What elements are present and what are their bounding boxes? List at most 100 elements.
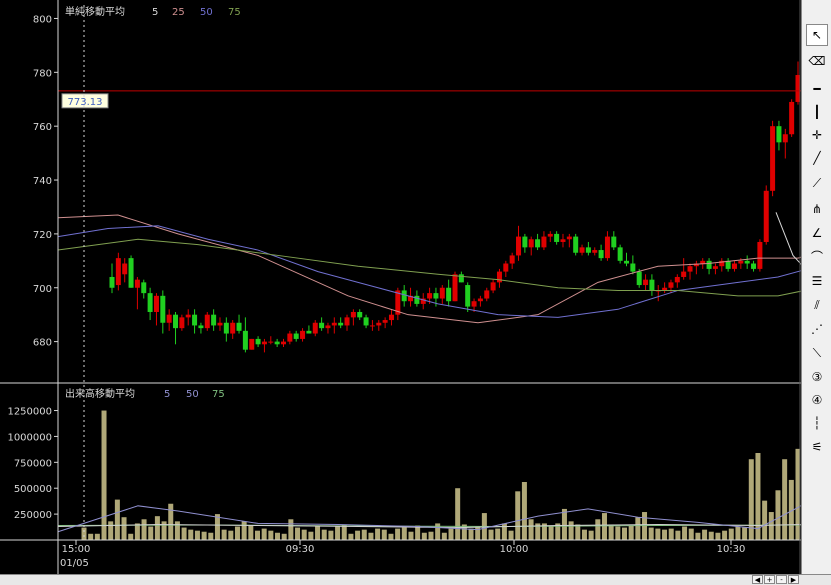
volume-bar	[455, 488, 461, 540]
candle-body	[325, 325, 331, 329]
current-price-label: 773.13	[68, 97, 103, 108]
cross-line-icon[interactable]: ✛	[806, 124, 828, 146]
fan-line-icon[interactable]: ⟋	[806, 172, 828, 194]
candle-body	[585, 247, 591, 253]
volume-bar	[214, 514, 220, 540]
volume-tick-label: 500000	[14, 484, 52, 495]
candle-body	[204, 314, 210, 329]
pattern-icon[interactable]: ⚟	[806, 436, 828, 458]
volume-bar	[281, 533, 287, 540]
candle-body	[604, 236, 610, 259]
candle-body	[560, 239, 566, 242]
candle-body	[541, 236, 547, 248]
fibonacci-arc-icon[interactable]: ⌒	[806, 246, 828, 268]
candle-body	[166, 314, 172, 323]
volume-bar	[735, 526, 741, 540]
trend-line-icon[interactable]: ╱	[806, 147, 828, 169]
candle-body	[776, 126, 782, 143]
volume-tick-label: 250000	[14, 510, 52, 521]
candle-body	[789, 101, 795, 135]
volume-bar	[121, 517, 127, 540]
volume-bar	[755, 453, 761, 540]
gann-fan-icon[interactable]: ⋰	[806, 318, 828, 340]
bottom-scrollbar[interactable]: ◀ + - ▶	[0, 574, 831, 585]
candle-body	[357, 311, 363, 318]
zoom-out-button[interactable]: -	[776, 575, 787, 584]
volume-bar	[655, 528, 661, 540]
horizontal-line-icon[interactable]: ━	[806, 78, 828, 100]
candle-body	[115, 258, 121, 286]
time-cycle-icon[interactable]: ┆	[806, 412, 828, 434]
candle-body	[312, 322, 318, 334]
time-label: 15:00	[62, 544, 91, 555]
volume-ma-period: 75	[212, 389, 225, 400]
eraser-icon[interactable]: ⌫	[806, 50, 828, 72]
volume-bar	[688, 528, 694, 540]
volume-bar	[368, 532, 374, 540]
candle-body	[217, 322, 223, 326]
price-tick-label: 720	[33, 230, 52, 241]
price-tick-label: 680	[33, 338, 52, 349]
fibonacci-f-icon[interactable]: ∠	[806, 222, 828, 244]
volume-bar	[675, 530, 681, 540]
candle-body	[547, 233, 553, 237]
cursor-icon[interactable]: ↖	[806, 24, 828, 46]
price-panel-title: 単純移動平均	[65, 5, 125, 18]
candle-body	[782, 134, 788, 143]
candle-body	[668, 282, 674, 288]
volume-bar	[595, 519, 601, 540]
volume-bar	[782, 459, 788, 540]
candle-body	[153, 295, 159, 312]
chart-area[interactable]: 800 780 760 740 720 700 680 1250000 1000000 75000…	[0, 0, 801, 574]
volume-bar	[428, 531, 434, 540]
regression-line-icon[interactable]: ⟍	[806, 342, 828, 364]
candle-body	[363, 317, 369, 326]
volume-bar	[615, 526, 621, 540]
candle-body	[433, 293, 439, 299]
parallel-line-icon[interactable]: ⫽	[806, 294, 828, 316]
candle-body	[509, 255, 515, 264]
candle-body	[230, 322, 236, 334]
candle-body	[496, 271, 502, 283]
volume-bar	[515, 491, 521, 540]
volume-bar	[508, 530, 514, 540]
fibonacci-fan-icon[interactable]: ⋔	[806, 198, 828, 220]
candle-body	[687, 266, 693, 272]
candle-body	[382, 320, 388, 323]
volume-bar	[254, 530, 260, 540]
vertical-line-icon[interactable]: ┃	[806, 101, 828, 123]
scroll-left-button[interactable]: ◀	[752, 575, 763, 584]
cycle-3-icon[interactable]: ③	[806, 366, 828, 388]
candle-body	[452, 274, 458, 302]
candle-body	[490, 282, 496, 291]
candle-body	[198, 325, 204, 329]
candle-body	[674, 276, 680, 283]
candle-body	[636, 271, 642, 286]
candle-body	[236, 322, 242, 331]
time-label: 10:30	[717, 544, 746, 555]
candle-body	[579, 247, 585, 253]
candle-body	[274, 341, 280, 345]
volume-bar	[501, 523, 507, 540]
candle-body	[376, 322, 382, 326]
candle-body	[300, 330, 306, 339]
candle-body	[173, 314, 179, 329]
volume-bar	[234, 526, 240, 540]
volume-bar	[668, 528, 674, 540]
candle-body	[643, 279, 649, 286]
volume-bar	[268, 530, 274, 540]
volume-bar	[682, 526, 688, 540]
candle-body	[414, 295, 420, 304]
zoom-in-button[interactable]: +	[764, 575, 775, 584]
scroll-right-button[interactable]: ▶	[788, 575, 799, 584]
cycle-4-icon[interactable]: ④	[806, 389, 828, 411]
candle-body	[516, 236, 522, 256]
volume-bar	[601, 513, 607, 540]
time-label: 09:30	[286, 544, 315, 555]
price-tick-label: 740	[33, 176, 52, 187]
candle-body	[446, 287, 452, 302]
fibonacci-retracement-icon[interactable]: ☰	[806, 270, 828, 292]
candle-body	[192, 314, 198, 326]
candle-body	[331, 322, 337, 326]
volume-bar	[114, 499, 120, 540]
